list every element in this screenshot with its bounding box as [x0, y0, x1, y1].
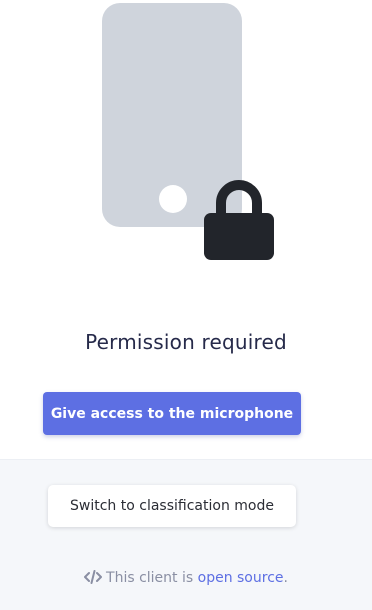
permission-panel: Permission required Give access to the m… — [0, 0, 372, 459]
permission-screen: Permission required Give access to the m… — [0, 0, 372, 610]
switch-classification-mode-button[interactable]: Switch to classification mode — [48, 485, 296, 527]
bottom-section: Switch to classification mode This clien… — [0, 459, 372, 610]
open-source-link[interactable]: open source — [198, 570, 284, 586]
phone-home-button — [159, 185, 187, 213]
give-microphone-access-button[interactable]: Give access to the microphone — [43, 392, 301, 435]
page-title: Permission required — [85, 330, 287, 354]
open-source-notice: This client is open source. — [0, 570, 372, 586]
permission-illustration — [100, 3, 280, 263]
code-icon — [84, 570, 103, 584]
footer-prefix-text: This client is — [106, 570, 194, 586]
footer-suffix-text: . — [283, 570, 288, 586]
lock-icon — [204, 180, 274, 260]
